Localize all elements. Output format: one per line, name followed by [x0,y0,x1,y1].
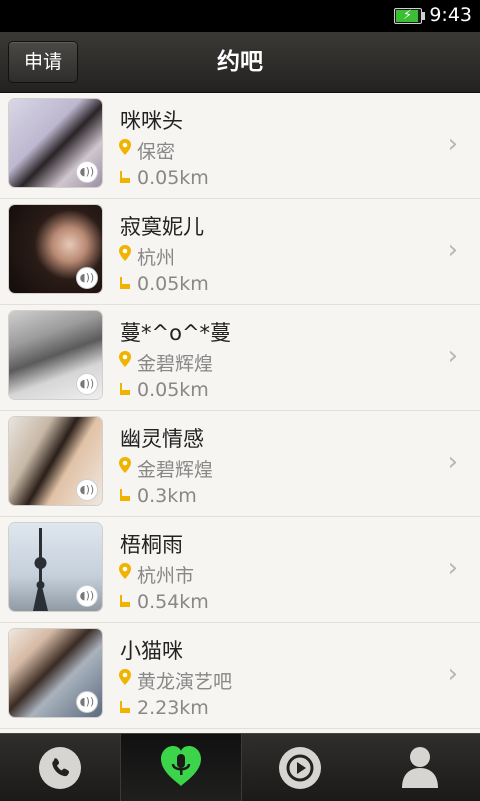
person-icon [400,744,440,792]
user-name: 小猫咪 [120,639,183,663]
location-pin-icon [118,351,132,367]
user-distance: 0.05km [137,167,209,189]
location-pin-icon [118,563,132,579]
user-name: 幽灵情感 [120,427,204,451]
avatar[interactable]: ◖)) [9,523,102,611]
user-location: 保密 [137,141,176,163]
voice-icon[interactable]: ◖)) [76,161,98,183]
list-item[interactable]: ◖)) 咪咪头 保密 0.05km › [0,93,480,199]
voice-icon[interactable]: ◖)) [76,479,98,501]
voice-icon[interactable]: ◖)) [76,691,98,713]
user-name: 寂寞妮儿 [120,215,204,239]
user-list: ◖)) 咪咪头 保密 0.05km › ◖)) 寂寞妮儿 杭州 0.05km ›… [0,93,480,733]
distance-flag-icon [118,381,132,397]
distance-flag-icon [118,699,132,715]
tab-play[interactable] [240,734,360,801]
list-item[interactable]: ◖)) 寂寞妮儿 杭州 0.05km › [0,199,480,305]
tab-phone[interactable] [0,734,120,801]
avatar[interactable]: ◖)) [9,205,102,293]
chevron-right-icon: › [447,341,458,371]
voice-icon[interactable]: ◖)) [76,373,98,395]
distance-flag-icon [118,487,132,503]
user-name: 梧桐雨 [120,533,183,557]
user-location: 杭州 [137,247,176,269]
user-distance: 0.05km [137,379,209,401]
user-location: 金碧辉煌 [137,353,214,375]
distance-flag-icon [118,169,132,185]
list-item[interactable]: ◖)) 小猫咪 黄龙演艺吧 2.23km › [0,623,480,729]
location-pin-icon [118,457,132,473]
avatar[interactable]: ◖)) [9,417,102,505]
tab-profile[interactable] [360,734,480,801]
play-icon [279,746,321,789]
list-item[interactable]: ◖)) 幽灵情感 金碧辉煌 0.3km › [0,411,480,517]
user-location: 杭州市 [137,565,195,587]
user-name: 蔓*^o^*蔓 [120,321,232,345]
distance-flag-icon [118,593,132,609]
voice-icon[interactable]: ◖)) [76,267,98,289]
avatar[interactable]: ◖)) [9,99,102,187]
user-distance: 0.05km [137,273,209,295]
user-distance: 0.3km [137,485,197,507]
user-location: 金碧辉煌 [137,459,214,481]
status-time: 9:43 [429,4,472,26]
location-pin-icon [118,669,132,685]
status-bar: ⚡ 9:43 [0,0,480,32]
chevron-right-icon: › [447,447,458,477]
chevron-right-icon: › [447,553,458,583]
location-pin-icon [118,139,132,155]
avatar[interactable]: ◖)) [9,629,102,717]
battery-icon: ⚡ [394,8,425,24]
tab-yueba[interactable] [120,734,242,801]
chevron-right-icon: › [447,659,458,689]
location-pin-icon [118,245,132,261]
chevron-right-icon: › [447,235,458,265]
chevron-right-icon: › [447,129,458,159]
title-bar: 约吧 申请 [0,32,480,93]
distance-flag-icon [118,275,132,291]
list-item[interactable]: ◖)) 蔓*^o^*蔓 金碧辉煌 0.05km › [0,305,480,411]
apply-button[interactable]: 申请 [8,41,78,83]
heart-mic-icon [157,744,205,792]
phone-icon [39,746,81,789]
user-location: 黄龙演艺吧 [137,671,233,693]
bottom-tab-bar [0,733,480,801]
user-name: 咪咪头 [120,109,183,133]
user-distance: 0.54km [137,591,209,613]
avatar[interactable]: ◖)) [9,311,102,399]
voice-icon[interactable]: ◖)) [76,585,98,607]
user-distance: 2.23km [137,697,209,719]
list-item[interactable]: ◖)) 梧桐雨 杭州市 0.54km › [0,517,480,623]
